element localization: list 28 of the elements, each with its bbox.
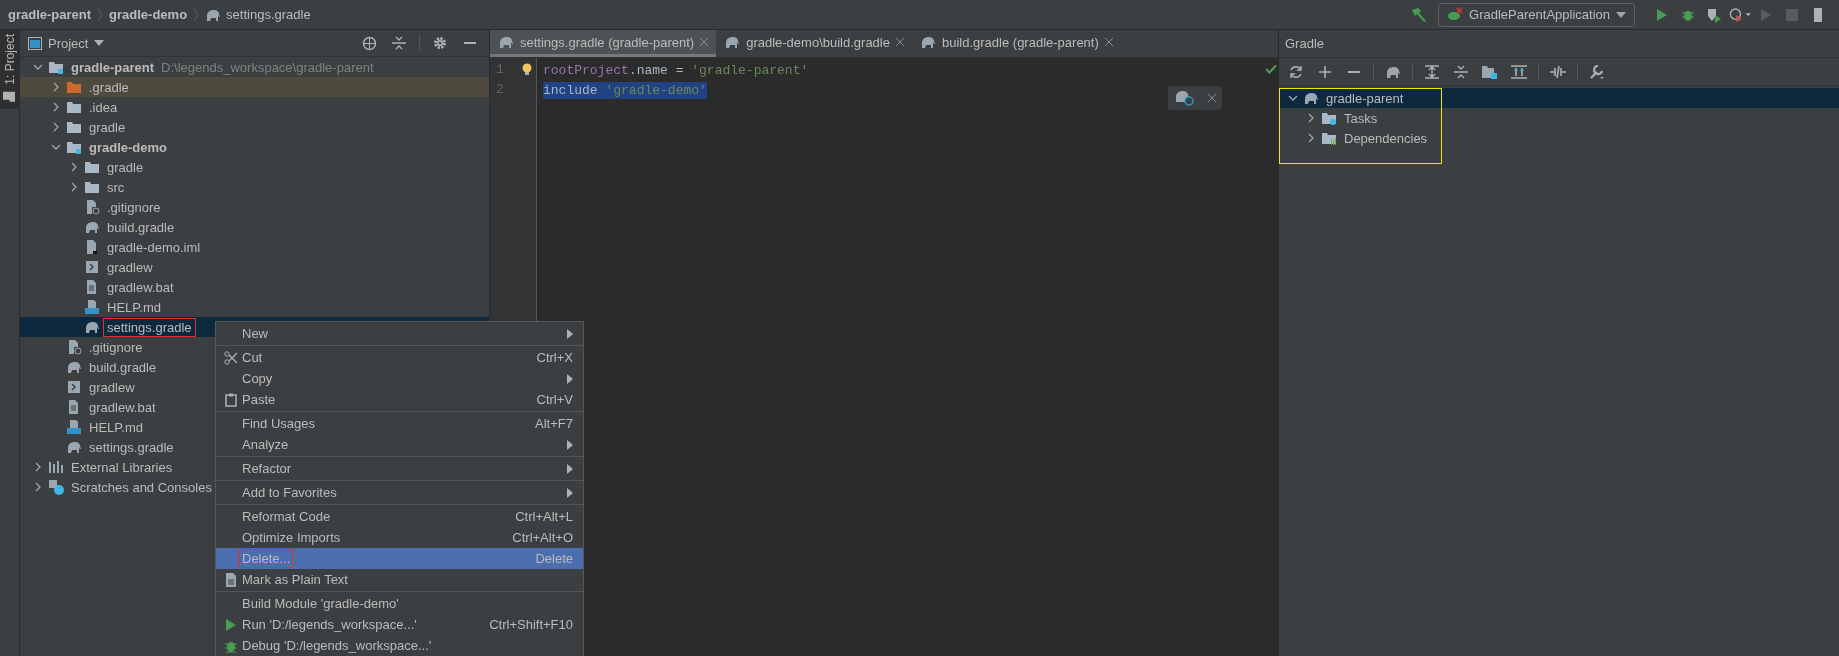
node-path: D:\legends_workspace\gradle-parent [161,59,374,75]
node-label: build.gradle [88,358,158,376]
node-label: Scratches and Consoles [70,478,213,496]
node-label: HELP.md [106,298,162,316]
node-label: settings.gradle [104,318,195,336]
node-label: gradlew [106,258,154,276]
node-label: Dependencies [1343,129,1429,147]
node-label: src [106,178,126,196]
node-label: gradle [106,158,145,176]
node-label: External Libraries [70,458,174,476]
node-label: .gitignore [106,198,162,216]
node-label: build.gradle [106,218,176,236]
code-line: rootProject.name = 'gradle-parent' [543,61,809,79]
node-label: gradlew [88,378,136,396]
node-label: gradle-demo.iml [106,238,202,256]
node-label: gradle-demo [88,138,168,156]
node-label: gradle-parent [70,58,156,76]
node-label: gradlew.bat [106,278,175,296]
panel-title: Gradle [1279,30,1839,58]
node-label: gradle-parent [1325,89,1405,107]
node-label: .gitignore [88,338,144,356]
node-label: settings.gradle [88,438,175,456]
node-label: gradle [88,118,127,136]
node-label: HELP.md [88,418,144,436]
node-label: .gradle [88,78,130,96]
node-label: gradlew.bat [88,398,157,416]
node-label: .idea [88,98,119,116]
node-label: Tasks [1343,109,1379,127]
